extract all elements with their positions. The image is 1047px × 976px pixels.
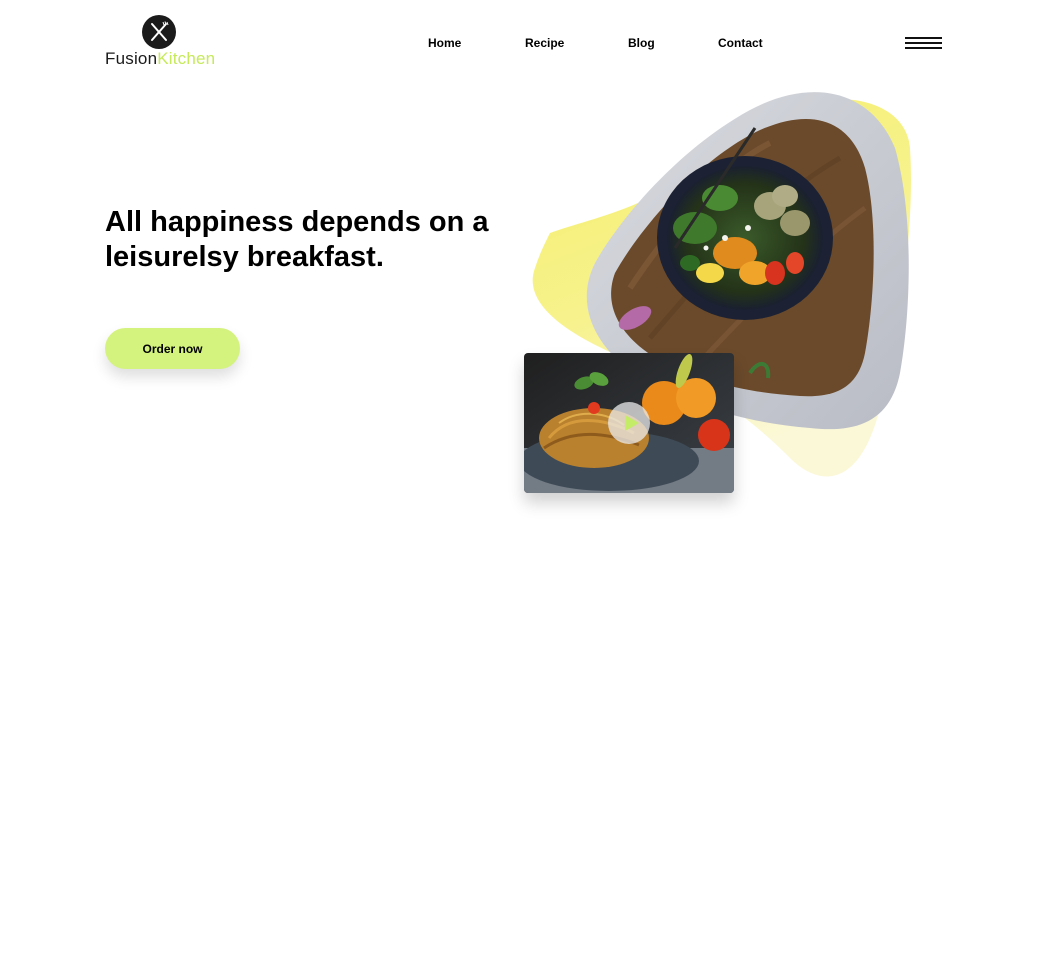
hamburger-menu-icon[interactable]: [905, 37, 942, 49]
hero-headline: All happiness depends on a leisurelsy br…: [105, 206, 489, 273]
order-now-button[interactable]: Order now: [105, 328, 240, 369]
video-thumbnail[interactable]: [524, 353, 734, 493]
brand-name-part2: Kitchen: [157, 49, 216, 68]
brand-logo[interactable]: FusionKitchen: [105, 15, 220, 70]
brand-name-part1: Fusion: [105, 49, 158, 68]
play-icon[interactable]: [608, 402, 650, 444]
nav-link-blog[interactable]: Blog: [628, 36, 655, 50]
nav-link-recipe[interactable]: Recipe: [525, 36, 564, 50]
nav-link-contact[interactable]: Contact: [718, 36, 763, 50]
nav-link-home[interactable]: Home: [428, 36, 461, 50]
fork-knife-icon: [142, 15, 176, 49]
brand-name: FusionKitchen: [105, 49, 215, 69]
